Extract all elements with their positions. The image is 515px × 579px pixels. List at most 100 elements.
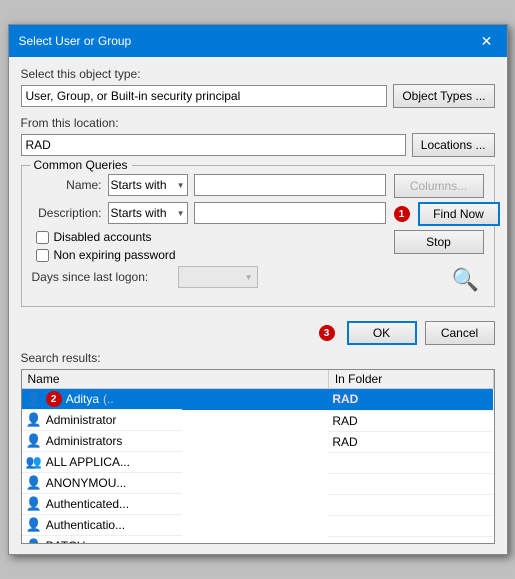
description-combo[interactable]: Starts with ▼ <box>108 202 188 224</box>
results-table: Name In Folder 👤2Aditya(.. RAD👤Administr… <box>22 370 494 544</box>
row-name-cell: 👤 Authenticated... <box>22 494 182 515</box>
results-header: Name In Folder <box>22 370 494 389</box>
non-expiring-label: Non expiring password <box>54 248 176 262</box>
row-name-cell: 👤 Authenticatio... <box>22 515 182 536</box>
days-row: Days since last logon: ▼ <box>32 266 386 288</box>
find-now-row: 1 Find Now <box>394 202 484 226</box>
description-input[interactable] <box>194 202 386 224</box>
row-name-cell: 👤 ANONYMOU... <box>22 473 182 494</box>
days-combo-arrow: ▼ <box>245 273 253 282</box>
row-name: Aditya <box>66 392 99 406</box>
name-row: Name: Starts with ▼ <box>32 174 386 196</box>
row-name-cell: 👤2 Aditya (.. <box>22 389 182 410</box>
object-type-input[interactable] <box>21 85 388 107</box>
row-name: Administrator <box>46 413 117 427</box>
find-now-button[interactable]: Find Now <box>418 202 500 226</box>
stop-button[interactable]: Stop <box>394 230 484 254</box>
location-input[interactable] <box>21 134 406 156</box>
days-input: ▼ <box>178 266 258 288</box>
non-expiring-checkbox[interactable] <box>36 249 49 262</box>
row-name: Authenticated... <box>46 497 129 511</box>
group-left: Name: Starts with ▼ Description: Starts … <box>32 174 386 298</box>
description-combo-arrow: ▼ <box>177 209 185 218</box>
description-row: Description: Starts with ▼ <box>32 202 386 224</box>
row-folder: RAD <box>332 414 357 428</box>
search-results-label: Search results: <box>21 351 495 365</box>
row-folder-cell <box>328 452 493 473</box>
col-folder[interactable]: In Folder <box>328 370 493 389</box>
user-icon: 👤 <box>26 433 42 449</box>
close-button[interactable]: ✕ <box>477 31 497 51</box>
name-combo[interactable]: Starts with ▼ <box>108 174 188 196</box>
object-type-label: Select this object type: <box>21 67 495 81</box>
disabled-accounts-row: Disabled accounts <box>32 230 386 244</box>
row-name: ALL APPLICA... <box>46 455 130 469</box>
step1-badge: 1 <box>394 206 410 222</box>
row-name: Administrators <box>46 434 123 448</box>
search-icon-area: 🔍 <box>394 258 484 298</box>
row-name-cell: 👤 BATCH <box>22 536 182 544</box>
cancel-button[interactable]: Cancel <box>425 321 495 345</box>
row-folder-cell <box>328 536 493 544</box>
search-key-icon: 🔍 <box>448 262 484 298</box>
row-folder-cell <box>328 515 493 536</box>
row-name: BATCH <box>46 539 86 544</box>
step3-badge: 3 <box>319 325 335 341</box>
table-row[interactable]: 👤 Administrators RAD <box>22 431 494 452</box>
row-folder-cell: RAD <box>328 389 493 411</box>
title-bar: Select User or Group ✕ <box>9 25 507 57</box>
days-label: Days since last logon: <box>32 270 172 284</box>
name-input[interactable] <box>194 174 386 196</box>
table-row[interactable]: 👥 ALL APPLICA... <box>22 452 494 473</box>
dialog-title: Select User or Group <box>19 34 132 48</box>
columns-button[interactable]: Columns... <box>394 174 484 198</box>
col-name[interactable]: Name <box>22 370 329 389</box>
user-icon: 👤 <box>26 412 42 428</box>
dialog-body: Select this object type: Object Types ..… <box>9 57 507 554</box>
user-icon: 👤 <box>26 391 42 407</box>
location-section: From this location: Locations ... <box>21 116 495 157</box>
user-icon: 👤 <box>26 475 42 491</box>
search-results-section: Search results: Name In Folder 👤2Aditya(… <box>21 351 495 544</box>
ok-cancel-row: 3 OK Cancel <box>21 317 495 351</box>
object-type-section: Select this object type: Object Types ..… <box>21 67 495 108</box>
name-combo-arrow: ▼ <box>177 181 185 190</box>
name-label: Name: <box>32 178 102 192</box>
row-folder-cell <box>328 494 493 515</box>
description-label: Description: <box>32 206 102 220</box>
results-table-wrapper[interactable]: Name In Folder 👤2Aditya(.. RAD👤Administr… <box>21 369 495 544</box>
table-row[interactable]: 👤2 Aditya (.. RAD <box>22 389 494 411</box>
row-name-cell: 👤 Administrators <box>22 431 182 452</box>
common-queries-tab[interactable]: Common Queries <box>30 158 132 172</box>
disabled-accounts-label: Disabled accounts <box>54 230 152 244</box>
select-user-dialog: Select User or Group ✕ Select this objec… <box>8 24 508 555</box>
row-folder-cell: RAD <box>328 431 493 452</box>
row-folder: RAD <box>332 435 357 449</box>
table-row[interactable]: 👤 Authenticatio... <box>22 515 494 536</box>
user-icon: 👤 <box>26 496 42 512</box>
row-name-cell: 👤 Administrator <box>22 410 182 431</box>
results-body: 👤2Aditya(.. RAD👤AdministratorRAD👤Adminis… <box>22 389 494 545</box>
table-row[interactable]: 👤 BATCH <box>22 536 494 544</box>
user-icon: 👥 <box>26 454 42 470</box>
row-name: Authenticatio... <box>46 518 125 532</box>
row-folder-cell: RAD <box>328 410 493 431</box>
common-queries-group: Common Queries Name: Starts with ▼ Des <box>21 165 495 307</box>
user-icon: 👤 <box>26 517 42 533</box>
row-name-cell: 👥 ALL APPLICA... <box>22 452 182 473</box>
table-row[interactable]: 👤 Administrator RAD <box>22 410 494 431</box>
object-types-button[interactable]: Object Types ... <box>393 84 494 108</box>
step2-badge: 2 <box>46 391 62 407</box>
locations-button[interactable]: Locations ... <box>412 133 495 157</box>
row-name: ANONYMOU... <box>46 476 127 490</box>
non-expiring-row: Non expiring password <box>32 248 386 262</box>
group-right: Columns... 1 Find Now Stop 🔍 <box>394 174 484 298</box>
user-icon: 👤 <box>26 538 42 544</box>
table-row[interactable]: 👤 ANONYMOU... <box>22 473 494 494</box>
row-folder-cell <box>328 473 493 494</box>
row-folder-prefix: (.. <box>103 392 114 406</box>
disabled-accounts-checkbox[interactable] <box>36 231 49 244</box>
table-row[interactable]: 👤 Authenticated... <box>22 494 494 515</box>
ok-button[interactable]: OK <box>347 321 417 345</box>
location-label: From this location: <box>21 116 495 130</box>
